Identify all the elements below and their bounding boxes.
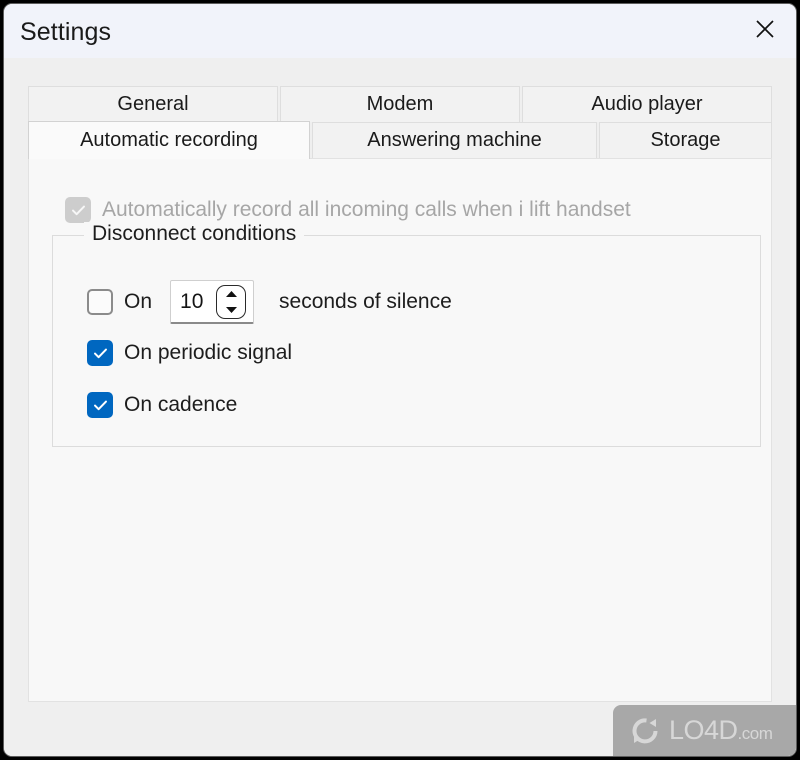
tab-control: General Modem Audio player Automatic rec… — [28, 86, 772, 702]
auto-record-row[interactable]: Automatically record all incoming calls … — [65, 197, 631, 223]
watermark-name: LO4D — [669, 715, 738, 745]
settings-window: Settings General Modem Audio player Auto… — [3, 3, 797, 757]
group-title: Disconnect conditions — [84, 222, 305, 246]
checkmark-icon — [71, 205, 85, 215]
refresh-arrows-icon — [632, 717, 658, 743]
watermark-text: LO4D.com — [669, 715, 773, 745]
silence-seconds-value: 10 — [180, 290, 204, 313]
close-button[interactable] — [734, 4, 796, 54]
periodic-signal-row[interactable]: On periodic signal — [87, 340, 292, 366]
tab-label: Audio player — [591, 93, 703, 115]
tab-row-bottom: Automatic recording Answering machine St… — [28, 121, 772, 159]
window-title: Settings — [20, 18, 112, 46]
triangle-up-icon — [225, 291, 237, 297]
silence-condition-row: On 10 seconds of silence — [87, 280, 452, 324]
tab-audio-player[interactable]: Audio player — [522, 86, 772, 122]
checkmark-icon — [93, 348, 107, 358]
stepper-up-button[interactable] — [216, 285, 247, 302]
auto-record-label: Automatically record all incoming calls … — [102, 198, 631, 221]
tab-label: Automatic recording — [80, 129, 258, 151]
tab-label: General — [117, 93, 189, 115]
tab-general[interactable]: General — [28, 86, 278, 122]
silence-seconds-stepper[interactable]: 10 — [170, 280, 255, 324]
tab-answering-machine[interactable]: Answering machine — [312, 122, 597, 158]
tab-label: Modem — [366, 93, 434, 115]
close-icon — [756, 20, 774, 38]
triangle-down-icon — [225, 307, 237, 313]
watermark-suffix: .com — [737, 724, 773, 743]
cadence-row[interactable]: On cadence — [87, 392, 237, 418]
auto-record-checkbox — [65, 197, 91, 223]
tab-page-automatic-recording: Automatically record all incoming calls … — [28, 158, 772, 702]
dialog-body: General Modem Audio player Automatic rec… — [4, 58, 796, 756]
tab-modem[interactable]: Modem — [280, 86, 520, 122]
periodic-signal-checkbox — [87, 340, 113, 366]
silence-checkbox-label: On — [124, 290, 153, 313]
tab-storage[interactable]: Storage — [599, 122, 772, 158]
checkmark-icon — [93, 400, 107, 410]
tab-automatic-recording[interactable]: Automatic recording — [28, 121, 310, 159]
tab-label: Answering machine — [367, 129, 542, 151]
cadence-label: On cadence — [124, 393, 238, 416]
stepper-buttons — [216, 284, 247, 320]
tab-label: Storage — [650, 129, 721, 151]
tab-row-top: General Modem Audio player — [28, 86, 772, 122]
cadence-checkbox — [87, 392, 113, 418]
stepper-down-button[interactable] — [216, 302, 247, 319]
disconnect-conditions-group: Disconnect conditions On 10 seconds of s… — [52, 222, 761, 447]
title-bar: Settings — [4, 4, 796, 58]
silence-suffix-label: seconds of silence — [279, 290, 452, 313]
watermark: LO4D.com — [613, 705, 796, 756]
periodic-signal-label: On periodic signal — [124, 341, 293, 364]
silence-checkbox[interactable] — [87, 289, 113, 315]
